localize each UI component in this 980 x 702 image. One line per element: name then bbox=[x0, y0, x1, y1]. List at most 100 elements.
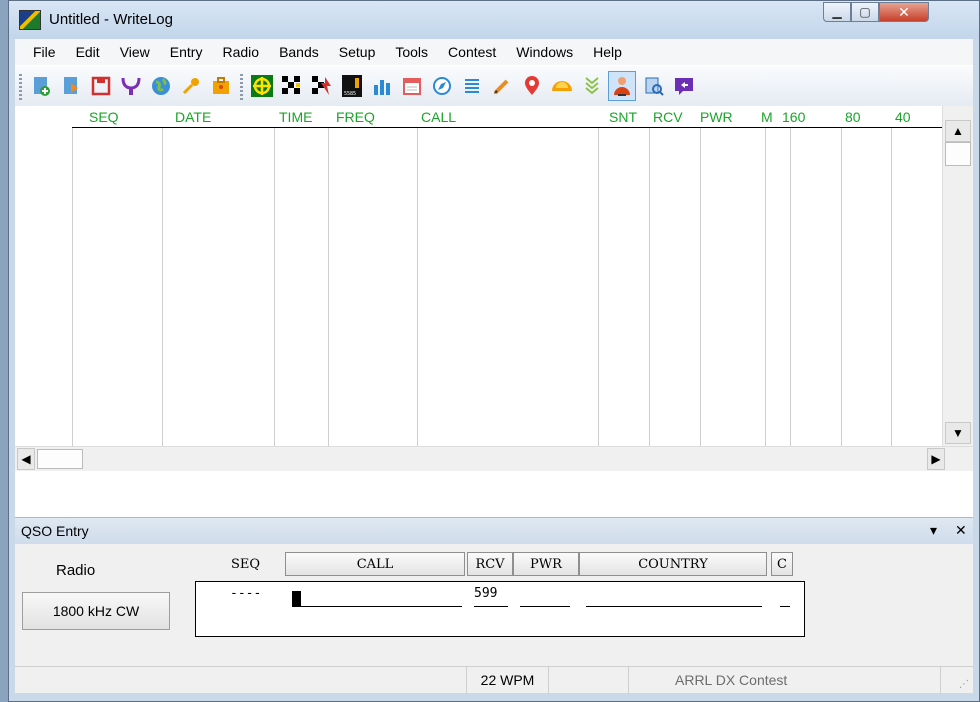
dock-menu-icon[interactable]: ▾ bbox=[930, 522, 937, 539]
column-divider bbox=[649, 128, 650, 446]
maximize-button[interactable]: ▢ bbox=[851, 2, 879, 22]
menu-setup[interactable]: Setup bbox=[336, 41, 379, 63]
col-pwr[interactable]: PWR bbox=[700, 109, 733, 125]
menu-bar: File Edit View Entry Radio Bands Setup T… bbox=[15, 39, 973, 65]
briefcase-icon[interactable] bbox=[209, 74, 233, 98]
resize-grip-icon[interactable]: ⋰ bbox=[959, 679, 969, 690]
col-rcv[interactable]: RCV bbox=[653, 109, 683, 125]
pwr-input[interactable] bbox=[520, 606, 570, 607]
col-mult[interactable]: M bbox=[761, 109, 773, 125]
scroll-left-button[interactable]: ◀ bbox=[17, 448, 35, 470]
pwr-field-button[interactable]: PWR bbox=[513, 552, 579, 576]
writelog-app-icon[interactable] bbox=[19, 10, 41, 30]
contest-status: ARRL DX Contest bbox=[629, 667, 941, 693]
country-input[interactable] bbox=[586, 606, 762, 607]
wpm-status: 22 WPM bbox=[467, 667, 549, 693]
col-time[interactable]: TIME bbox=[279, 109, 312, 125]
qso-entry-panel: Radio 1800 kHz CW SEQ CALL RCV PWR COUNT… bbox=[15, 544, 973, 654]
rcv-field-button[interactable]: RCV bbox=[467, 552, 513, 576]
status-segment-empty bbox=[15, 667, 467, 693]
col-call[interactable]: CALL bbox=[421, 109, 456, 125]
menu-help[interactable]: Help bbox=[590, 41, 625, 63]
horizontal-scroll-thumb[interactable] bbox=[37, 449, 83, 469]
menu-windows[interactable]: Windows bbox=[513, 41, 576, 63]
band-map-icon[interactable] bbox=[250, 74, 274, 98]
col-80[interactable]: 80 bbox=[845, 109, 861, 125]
title-bar[interactable]: Untitled - WriteLog ▁ ▢ ✕ bbox=[9, 1, 979, 39]
call-input[interactable] bbox=[292, 606, 462, 607]
c-input[interactable] bbox=[780, 606, 790, 607]
search-log-icon[interactable] bbox=[642, 74, 666, 98]
menu-entry[interactable]: Entry bbox=[167, 41, 206, 63]
chevrons-down-icon[interactable] bbox=[580, 74, 604, 98]
menu-bands[interactable]: Bands bbox=[276, 41, 322, 63]
location-pin-icon[interactable] bbox=[520, 74, 544, 98]
horizontal-scrollbar[interactable]: ◀ ▶ bbox=[15, 446, 973, 471]
menu-edit[interactable]: Edit bbox=[73, 41, 103, 63]
col-160[interactable]: 160 bbox=[782, 109, 805, 125]
frequency-button[interactable]: 1800 kHz CW bbox=[22, 592, 170, 630]
menu-radio[interactable]: Radio bbox=[219, 41, 262, 63]
message-icon[interactable] bbox=[672, 74, 696, 98]
scroll-right-button[interactable]: ▶ bbox=[927, 448, 945, 470]
key-icon[interactable] bbox=[179, 74, 203, 98]
col-freq[interactable]: FREQ bbox=[336, 109, 375, 125]
cw-keyer-icon[interactable]: 5585 bbox=[340, 74, 364, 98]
c-field-button[interactable]: C bbox=[771, 552, 793, 576]
pencil-icon[interactable] bbox=[490, 74, 514, 98]
rate-chart-icon[interactable] bbox=[370, 74, 394, 98]
antenna-icon[interactable] bbox=[119, 74, 143, 98]
column-divider bbox=[891, 128, 892, 446]
toolbar-grip[interactable] bbox=[19, 74, 22, 100]
qso-entry-titlebar[interactable]: QSO Entry ▾ ✕ bbox=[15, 517, 973, 545]
sun-horizon-icon[interactable] bbox=[550, 74, 574, 98]
country-field-button[interactable]: COUNTRY bbox=[579, 552, 767, 576]
toolbar-grip-2[interactable] bbox=[240, 74, 243, 100]
arrow-down-icon: ▼ bbox=[952, 426, 964, 440]
call-field-button[interactable]: CALL bbox=[285, 552, 465, 576]
minimize-button[interactable]: ▁ bbox=[823, 2, 851, 22]
save-icon[interactable] bbox=[89, 74, 113, 98]
column-divider bbox=[598, 128, 599, 446]
menu-file[interactable]: File bbox=[30, 41, 59, 63]
list-icon[interactable] bbox=[460, 74, 484, 98]
seq-label: SEQ bbox=[231, 557, 261, 572]
column-divider bbox=[841, 128, 842, 446]
rcv-input[interactable] bbox=[474, 606, 508, 607]
toolbar: 5585 bbox=[15, 65, 973, 107]
scroll-down-button[interactable]: ▼ bbox=[945, 422, 971, 444]
column-divider bbox=[765, 128, 766, 446]
column-divider bbox=[274, 128, 275, 446]
column-divider bbox=[790, 128, 791, 446]
spot-icon[interactable] bbox=[310, 74, 334, 98]
close-icon: ✕ bbox=[898, 3, 910, 20]
arrow-left-icon: ◀ bbox=[21, 452, 31, 466]
log-window[interactable]: SEQ DATE TIME FREQ CALL SNT RCV PWR M 16… bbox=[15, 106, 973, 518]
vertical-scrollbar[interactable]: ▲ ▼ bbox=[942, 106, 973, 446]
text-caret bbox=[292, 591, 301, 606]
checker-icon[interactable] bbox=[280, 74, 304, 98]
open-log-icon[interactable] bbox=[59, 74, 83, 98]
col-40[interactable]: 40 bbox=[895, 109, 911, 125]
menu-view[interactable]: View bbox=[117, 41, 153, 63]
arrow-up-icon: ▲ bbox=[952, 124, 964, 138]
operator-icon[interactable] bbox=[608, 71, 636, 101]
svg-text:5585: 5585 bbox=[344, 91, 356, 97]
dock-close-icon[interactable]: ✕ bbox=[955, 522, 967, 539]
compass-icon[interactable] bbox=[430, 74, 454, 98]
col-seq[interactable]: SEQ bbox=[89, 109, 119, 125]
menu-contest[interactable]: Contest bbox=[445, 41, 499, 63]
col-snt[interactable]: SNT bbox=[609, 109, 637, 125]
calendar-icon[interactable] bbox=[400, 74, 424, 98]
seq-value: ---- bbox=[230, 586, 262, 601]
new-log-icon[interactable] bbox=[29, 74, 53, 98]
close-button[interactable]: ✕ bbox=[879, 2, 929, 22]
qso-entry-box: ---- 599 bbox=[195, 581, 805, 637]
arrow-right-icon: ▶ bbox=[931, 452, 941, 466]
rcv-value: 599 bbox=[474, 586, 498, 601]
scroll-up-button[interactable]: ▲ bbox=[945, 120, 971, 142]
vertical-scroll-thumb[interactable] bbox=[945, 142, 971, 166]
globe-icon[interactable] bbox=[149, 74, 173, 98]
col-date[interactable]: DATE bbox=[175, 109, 211, 125]
menu-tools[interactable]: Tools bbox=[392, 41, 431, 63]
